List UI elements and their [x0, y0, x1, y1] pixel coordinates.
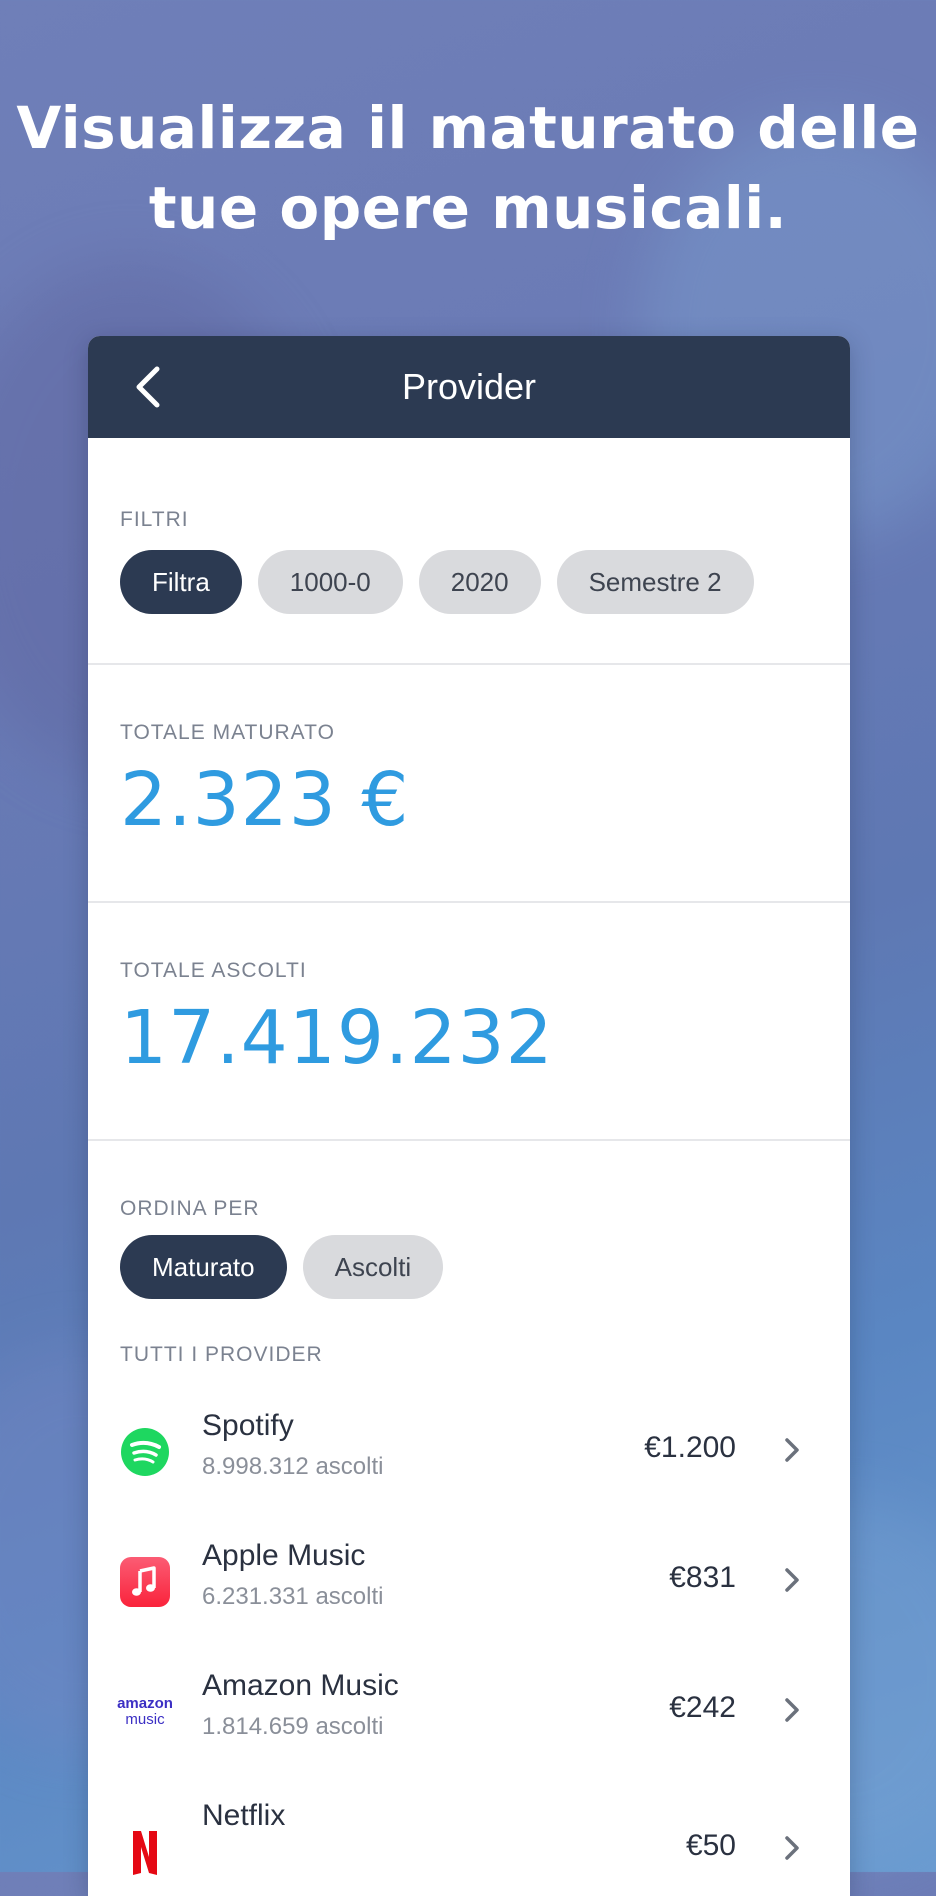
chevron-right-icon	[785, 1568, 799, 1592]
promo-headline: Visualizza il maturato delle tue opere m…	[0, 88, 936, 248]
filter-chip-year[interactable]: 2020	[418, 550, 541, 614]
spotify-icon	[121, 1428, 169, 1476]
provider-row-spotify[interactable]: Spotify 8.998.312 ascolti €1.200	[88, 1381, 850, 1511]
sort-section: ORDINA PER Maturato Ascolti TUTTI I PROV…	[88, 1141, 850, 1381]
chevron-right-icon	[785, 1836, 799, 1860]
provider-amount: €242	[669, 1691, 736, 1724]
totale-ascolti-value: 17.419.232	[120, 995, 554, 1081]
sort-chip-ascolti[interactable]: Ascolti	[302, 1235, 444, 1299]
provider-listens: 1.814.659 ascolti	[202, 1713, 384, 1740]
amazon-music-icon: amazon music	[117, 1687, 173, 1737]
phone-screen-card: Provider FILTRI Filtra 1000-0 2020 Semes…	[88, 336, 850, 1896]
chevron-left-icon	[136, 366, 160, 408]
totale-ascolti-section: TOTALE ASCOLTI 17.419.232	[88, 903, 850, 1141]
chevron-right-icon	[785, 1438, 799, 1462]
provider-name: Amazon Music	[202, 1669, 399, 1702]
providers-label: TUTTI I PROVIDER	[120, 1343, 323, 1366]
totale-maturato-value: 2.323 €	[120, 757, 410, 843]
provider-list: Spotify 8.998.312 ascolti €1.200 Apple M…	[88, 1381, 850, 1896]
provider-listens: 6.231.331 ascolti	[202, 1583, 384, 1610]
amazon-logo-text: amazon	[117, 1695, 173, 1712]
music-logo-text: music	[125, 1711, 165, 1728]
headline-line-1: Visualizza il maturato delle	[16, 94, 920, 162]
totale-maturato-section: TOTALE MATURATO 2.323 €	[88, 665, 850, 903]
totale-maturato-label: TOTALE MATURATO	[120, 721, 335, 744]
back-button[interactable]	[126, 364, 170, 410]
filters-label: FILTRI	[120, 508, 189, 531]
filters-section: FILTRI Filtra 1000-0 2020 Semestre 2	[88, 438, 850, 665]
filter-chip-code[interactable]: 1000-0	[257, 550, 403, 614]
provider-name: Netflix	[202, 1799, 286, 1832]
apple-music-icon	[120, 1557, 170, 1607]
filter-chip-filtra[interactable]: Filtra	[120, 550, 242, 614]
provider-amount: €50	[685, 1829, 736, 1862]
filter-chip-semester[interactable]: Semestre 2	[556, 550, 754, 614]
sort-chip-maturato[interactable]: Maturato	[120, 1235, 287, 1299]
provider-amount: €1.200	[644, 1431, 736, 1464]
chevron-right-icon	[785, 1698, 799, 1722]
navbar: Provider	[88, 336, 850, 438]
page-title: Provider	[401, 366, 537, 407]
provider-name: Spotify	[202, 1409, 294, 1442]
sort-chips: Maturato Ascolti	[120, 1235, 444, 1299]
provider-amount: €831	[669, 1561, 736, 1594]
totale-ascolti-label: TOTALE ASCOLTI	[120, 959, 307, 982]
headline-line-2: tue opere musicali.	[148, 174, 788, 242]
provider-name: Apple Music	[202, 1539, 366, 1572]
provider-row-amazon-music[interactable]: amazon music Amazon Music 1.814.659 asco…	[88, 1641, 850, 1771]
provider-row-netflix[interactable]: Netflix €50	[88, 1771, 850, 1896]
provider-listens: 8.998.312 ascolti	[202, 1453, 384, 1480]
provider-row-apple-music[interactable]: Apple Music 6.231.331 ascolti €831	[88, 1511, 850, 1641]
netflix-icon	[133, 1831, 157, 1875]
filter-chips: Filtra 1000-0 2020 Semestre 2	[120, 550, 754, 614]
sort-label: ORDINA PER	[120, 1197, 260, 1220]
